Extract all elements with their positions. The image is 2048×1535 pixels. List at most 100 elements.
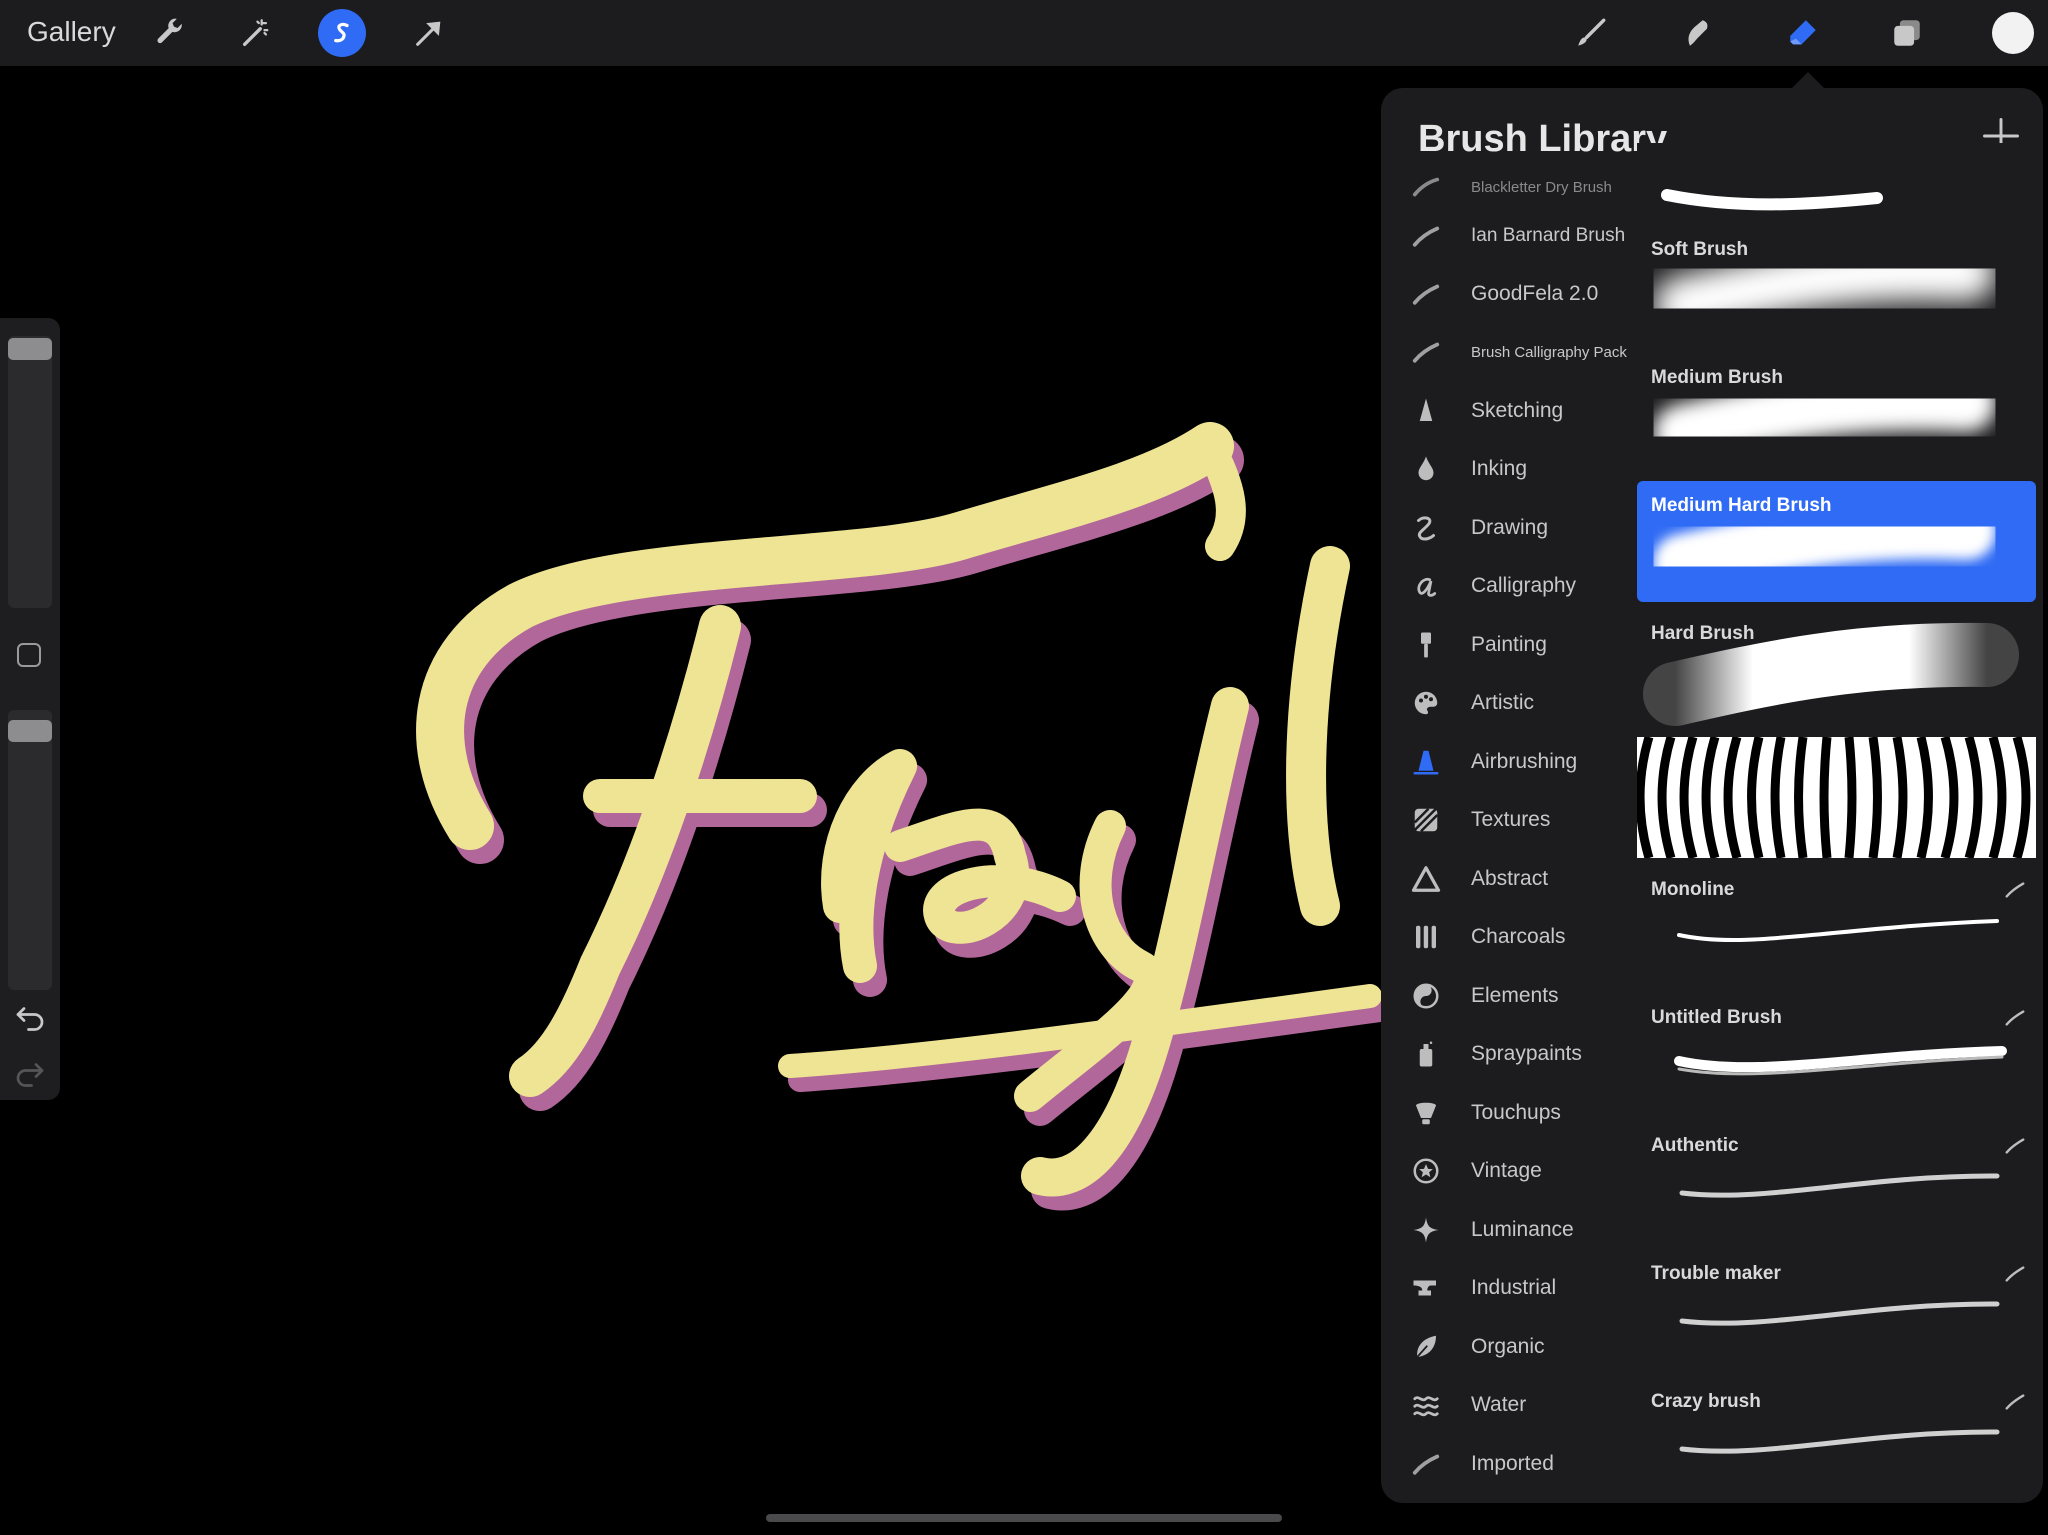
layers-icon[interactable] xyxy=(1886,12,1928,54)
paint-brush-icon xyxy=(1409,628,1443,662)
modify-button[interactable] xyxy=(17,643,41,667)
brush-name: Authentic xyxy=(1651,1135,1739,1156)
waves-icon xyxy=(1409,1388,1443,1422)
top-toolbar: Gallery xyxy=(0,0,2048,66)
category-inking[interactable]: Inking xyxy=(1381,440,1637,498)
category-label: Calligraphy xyxy=(1471,574,1577,597)
brush-item-monoline[interactable]: Monoline xyxy=(1637,865,2036,986)
gallery-button[interactable]: Gallery xyxy=(27,16,116,48)
category-label: Brush Calligraphy Pack xyxy=(1471,343,1627,361)
brush-item-crazy-brush[interactable]: Crazy brush xyxy=(1637,1377,2036,1498)
category-label: Organic xyxy=(1471,1335,1545,1358)
category-label: Spraypaints xyxy=(1471,1042,1582,1065)
script-a-icon xyxy=(1409,569,1443,603)
brush-item-untitled-brush[interactable]: Untitled Brush xyxy=(1637,993,2036,1114)
redo-icon[interactable] xyxy=(12,1054,48,1090)
pencil-tip-icon xyxy=(1409,394,1443,428)
opacity-slider[interactable] xyxy=(8,710,52,990)
smudge-tool-icon[interactable] xyxy=(1676,12,1718,54)
brush-stroke-icon xyxy=(2005,1010,2025,1026)
triangle-icon xyxy=(1409,862,1443,896)
brush-item-partial[interactable] xyxy=(1637,143,2036,217)
sparkle-icon xyxy=(1409,1213,1443,1247)
panel-title: Brush Library xyxy=(1418,118,1668,160)
selection-icon[interactable] xyxy=(318,9,366,57)
category-label: Imported xyxy=(1471,1452,1554,1475)
opacity-handle[interactable] xyxy=(8,720,52,742)
category-artistic[interactable]: Artistic xyxy=(1381,674,1637,732)
category-sketching[interactable]: Sketching xyxy=(1381,382,1637,440)
brush-stroke-icon xyxy=(1409,1447,1443,1481)
touchup-icon xyxy=(1409,1096,1443,1130)
brush-name: Untitled Brush xyxy=(1651,1007,1782,1028)
category-label: Textures xyxy=(1471,808,1551,831)
category-abstract[interactable]: Abstract xyxy=(1381,850,1637,908)
hatch-icon xyxy=(1409,803,1443,837)
left-sidebar xyxy=(0,318,60,1100)
category-label: Luminance xyxy=(1471,1218,1574,1241)
brush-stroke-icon xyxy=(1409,335,1443,369)
wrench-icon[interactable] xyxy=(148,12,190,54)
brush-item-medium-brush[interactable]: Medium Brush xyxy=(1637,353,2036,474)
home-indicator[interactable] xyxy=(766,1514,1282,1522)
eraser-tool-icon[interactable] xyxy=(1782,12,1824,54)
brush-item-pattern[interactable] xyxy=(1637,737,2036,858)
category-elements[interactable]: Elements xyxy=(1381,967,1637,1025)
star-badge-icon xyxy=(1409,1154,1443,1188)
brush-item-authentic[interactable]: Authentic xyxy=(1637,1121,2036,1242)
brush-name: Hard Brush xyxy=(1651,623,1755,644)
brush-name: Crazy brush xyxy=(1651,1391,1761,1412)
brush-stroke-icon xyxy=(1409,277,1443,311)
category-label: Drawing xyxy=(1471,516,1549,539)
category-industrial[interactable]: Industrial xyxy=(1381,1259,1637,1317)
brush-item-trouble-maker[interactable]: Trouble maker xyxy=(1637,1249,2036,1370)
undo-icon[interactable] xyxy=(12,998,48,1034)
brush-name: Medium Brush xyxy=(1651,367,1783,388)
category-label: Vintage xyxy=(1471,1159,1542,1182)
brush-item-hard-brush[interactable]: Hard Brush xyxy=(1637,609,2036,730)
category-water[interactable]: Water xyxy=(1381,1376,1637,1434)
category-ian-barnard-brush[interactable]: Ian Barnard Brush xyxy=(1381,207,1637,265)
category-calligraphy[interactable]: Calligraphy xyxy=(1381,557,1637,615)
leaf-icon xyxy=(1409,1330,1443,1364)
category-vintage[interactable]: Vintage xyxy=(1381,1142,1637,1200)
brush-name: Medium Hard Brush xyxy=(1651,495,1832,516)
brush-name: Monoline xyxy=(1651,879,1735,900)
brush-stroke-icon xyxy=(1409,219,1443,253)
brush-list: Soft Brush Medium Brush Medium Hard Brus… xyxy=(1637,143,2043,1503)
brush-size-handle[interactable] xyxy=(8,338,52,360)
category-painting[interactable]: Painting xyxy=(1381,616,1637,674)
airbrush-icon xyxy=(1409,745,1443,779)
category-airbrushing[interactable]: Airbrushing xyxy=(1381,733,1637,791)
category-label: Touchups xyxy=(1471,1101,1561,1124)
category-label: Water xyxy=(1471,1393,1527,1416)
squiggle-icon xyxy=(1409,511,1443,545)
category-label: Airbrushing xyxy=(1471,750,1578,773)
anvil-icon xyxy=(1409,1271,1443,1305)
brush-item-medium-hard-brush[interactable]: Medium Hard Brush xyxy=(1637,481,2036,602)
category-label: Painting xyxy=(1471,633,1547,656)
category-label: Artistic xyxy=(1471,691,1534,714)
brush-item-soft-brush[interactable]: Soft Brush xyxy=(1637,225,2036,346)
magic-wand-icon[interactable] xyxy=(235,12,277,54)
category-drawing[interactable]: Drawing xyxy=(1381,499,1637,557)
category-goodfela[interactable]: GoodFela 2.0 xyxy=(1381,265,1637,323)
brush-stroke-icon xyxy=(1409,170,1443,204)
brush-library-panel: Brush Library Blackletter Dry Brush Ian … xyxy=(1381,88,2043,1503)
category-textures[interactable]: Textures xyxy=(1381,791,1637,849)
color-picker-icon[interactable] xyxy=(1992,12,2034,54)
category-label: Charcoals xyxy=(1471,925,1566,948)
brush-stroke-icon xyxy=(2005,1394,2025,1410)
category-brush-calligraphy-pack[interactable]: Brush Calligraphy Pack xyxy=(1381,323,1637,381)
category-touchups[interactable]: Touchups xyxy=(1381,1084,1637,1142)
brush-tool-icon[interactable] xyxy=(1570,12,1612,54)
category-luminance[interactable]: Luminance xyxy=(1381,1201,1637,1259)
category-label: GoodFela 2.0 xyxy=(1471,282,1599,305)
category-organic[interactable]: Organic xyxy=(1381,1318,1637,1376)
category-spraypaints[interactable]: Spraypaints xyxy=(1381,1025,1637,1083)
category-imported[interactable]: Imported xyxy=(1381,1435,1637,1493)
brush-size-slider[interactable] xyxy=(8,336,52,608)
transform-arrow-icon[interactable] xyxy=(408,12,450,54)
category-charcoals[interactable]: Charcoals xyxy=(1381,908,1637,966)
category-label: Ian Barnard Brush xyxy=(1471,225,1626,246)
